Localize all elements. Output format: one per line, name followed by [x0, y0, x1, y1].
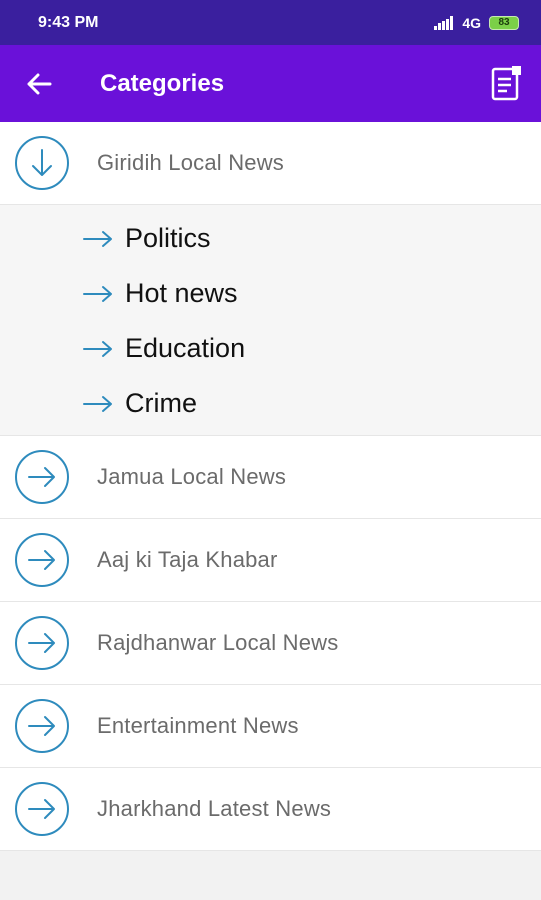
category-label: Giridih Local News	[97, 150, 285, 175]
subcategory-panel: Politics Hot news Education Crime	[0, 205, 541, 436]
category-list: Giridih Local News Politics Hot news Edu…	[0, 122, 541, 851]
category-row-aaj-ki-taja-khabar[interactable]: Aaj ki Taja Khabar	[0, 519, 541, 602]
arrow-right-icon	[83, 340, 112, 357]
subcategory-item-politics[interactable]: Politics	[0, 211, 541, 266]
category-label: Entertainment News	[97, 713, 299, 738]
arrow-right-icon	[83, 285, 112, 302]
subcategory-item-crime[interactable]: Crime	[0, 376, 541, 431]
arrow-right-circle-icon	[15, 616, 69, 670]
arrow-left-icon	[27, 73, 52, 94]
subcategory-label: Politics	[125, 223, 211, 253]
arrow-right-circle-icon	[15, 699, 69, 753]
category-row-giridih[interactable]: Giridih Local News	[0, 122, 541, 205]
subcategory-item-education[interactable]: Education	[0, 321, 541, 376]
back-button[interactable]	[0, 45, 78, 122]
category-row-jamua[interactable]: Jamua Local News	[0, 436, 541, 519]
category-label: Jamua Local News	[97, 464, 287, 489]
app-bar: Categories	[0, 45, 541, 122]
signal-icon	[434, 15, 454, 30]
battery-icon: 83	[489, 15, 519, 30]
arrow-right-circle-icon	[15, 533, 69, 587]
document-button[interactable]	[491, 65, 523, 101]
status-indicators: 4G 83	[434, 15, 519, 31]
category-label: Jharkhand Latest News	[97, 796, 332, 821]
arrow-right-circle-icon	[15, 450, 69, 504]
document-icon	[491, 66, 521, 101]
arrow-down-circle-icon	[15, 136, 69, 190]
arrow-right-icon	[83, 230, 112, 247]
category-row-jharkhand[interactable]: Jharkhand Latest News	[0, 768, 541, 851]
category-row-entertainment[interactable]: Entertainment News	[0, 685, 541, 768]
status-time: 9:43 PM	[38, 13, 99, 31]
category-label: Rajdhanwar Local News	[97, 630, 339, 655]
subcategory-item-hot-news[interactable]: Hot news	[0, 266, 541, 321]
battery-level: 83	[498, 17, 510, 28]
category-row-rajdhanwar[interactable]: Rajdhanwar Local News	[0, 602, 541, 685]
status-bar: 9:43 PM 4G 83	[0, 0, 541, 45]
arrow-right-circle-icon	[15, 782, 69, 836]
subcategory-label: Crime	[125, 388, 197, 418]
subcategory-label: Education	[125, 333, 246, 363]
network-type: 4G	[462, 14, 481, 31]
arrow-right-icon	[83, 395, 112, 412]
page-title: Categories	[100, 69, 225, 97]
subcategory-label: Hot news	[125, 278, 238, 308]
category-label: Aaj ki Taja Khabar	[97, 547, 278, 572]
